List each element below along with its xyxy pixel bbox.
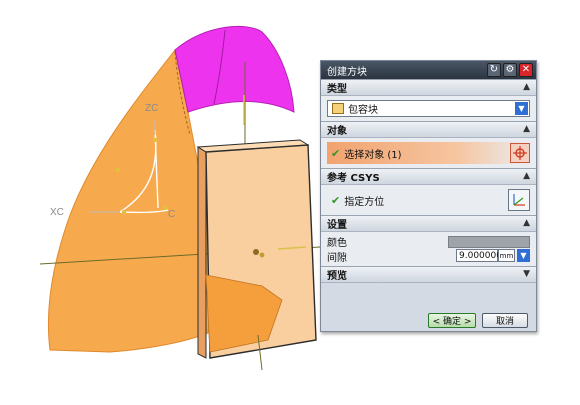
chevron-down-icon[interactable]: ▼ bbox=[515, 102, 528, 115]
gap-row: 间隙 9.000000 mm ▼ bbox=[327, 249, 530, 264]
type-dropdown[interactable]: 包容块 ▼ bbox=[327, 100, 530, 117]
section-preview-label: 预览 bbox=[327, 271, 347, 282]
yc-axis-label: C bbox=[168, 209, 176, 220]
check-icon: ✔ bbox=[331, 146, 341, 160]
section-settings-header[interactable]: 设置 ▲ bbox=[321, 215, 536, 232]
section-settings-label: 设置 bbox=[327, 220, 347, 231]
check-icon: ✔ bbox=[331, 193, 341, 207]
box-icon bbox=[332, 103, 344, 114]
close-icon[interactable]: ✕ bbox=[519, 63, 533, 77]
type-selected-value: 包容块 bbox=[348, 105, 378, 116]
gap-input[interactable]: 9.000000 bbox=[456, 249, 502, 262]
spin-down-icon[interactable]: ▼ bbox=[517, 249, 530, 262]
dialog-footer: < 确定 > 取消 bbox=[321, 309, 536, 331]
chevron-up-icon[interactable]: ▲ bbox=[523, 82, 530, 92]
section-preview-header[interactable]: 预览 ▼ bbox=[321, 266, 536, 283]
cancel-button[interactable]: 取消 bbox=[482, 312, 528, 328]
specify-orientation-label: 指定方位 bbox=[344, 196, 385, 208]
gap-label: 间隙 bbox=[327, 253, 347, 264]
color-label: 颜色 bbox=[327, 238, 347, 249]
section-csys-header[interactable]: 参考 CSYS ▲ bbox=[321, 168, 536, 185]
create-block-dialog: 创建方块 ↻ ⚙ ✕ 类型 ▲ 包容块 ▼ 对象 ▲ ✔ 选择对象 (1) 参考… bbox=[320, 60, 537, 332]
ok-button[interactable]: < 确定 > bbox=[428, 312, 476, 328]
section-type-header[interactable]: 类型 ▲ bbox=[321, 79, 536, 96]
chevron-up-icon[interactable]: ▲ bbox=[523, 171, 530, 181]
bounding-block[interactable] bbox=[196, 139, 317, 359]
refresh-icon[interactable]: ↻ bbox=[487, 63, 501, 77]
chevron-down-icon[interactable]: ▼ bbox=[523, 269, 530, 279]
section-settings-body: 颜色 间隙 9.000000 mm ▼ bbox=[321, 232, 536, 266]
section-object-label: 对象 bbox=[327, 126, 347, 137]
zc-axis-label: ZC bbox=[145, 103, 159, 114]
color-swatch[interactable] bbox=[448, 236, 530, 248]
chevron-up-icon[interactable]: ▲ bbox=[523, 218, 530, 228]
chevron-up-icon[interactable]: ▲ bbox=[523, 124, 530, 134]
section-object-header[interactable]: 对象 ▲ bbox=[321, 121, 536, 138]
section-type-body: 包容块 ▼ bbox=[321, 96, 536, 121]
dialog-titlebar[interactable]: 创建方块 ↻ ⚙ ✕ bbox=[321, 61, 536, 79]
crosshair-icon[interactable] bbox=[510, 143, 530, 163]
section-object-body: ✔ 选择对象 (1) bbox=[321, 138, 536, 168]
select-object-label: 选择对象 (1) bbox=[344, 149, 402, 161]
gap-unit-select[interactable]: mm bbox=[498, 249, 515, 262]
xc-axis-label: XC bbox=[50, 207, 64, 218]
section-csys-body: ✔ 指定方位 bbox=[321, 185, 536, 215]
section-type-label: 类型 bbox=[327, 84, 347, 95]
gear-icon[interactable]: ⚙ bbox=[503, 63, 517, 77]
dialog-title: 创建方块 bbox=[327, 66, 367, 78]
section-csys-label: 参考 CSYS bbox=[327, 173, 380, 184]
specify-orientation-row[interactable]: ✔ 指定方位 bbox=[327, 189, 530, 211]
magenta-surface[interactable] bbox=[174, 26, 295, 113]
select-object-row[interactable]: ✔ 选择对象 (1) bbox=[327, 142, 530, 164]
csys-dialog-icon[interactable] bbox=[508, 189, 530, 211]
color-row: 颜色 bbox=[327, 234, 530, 249]
